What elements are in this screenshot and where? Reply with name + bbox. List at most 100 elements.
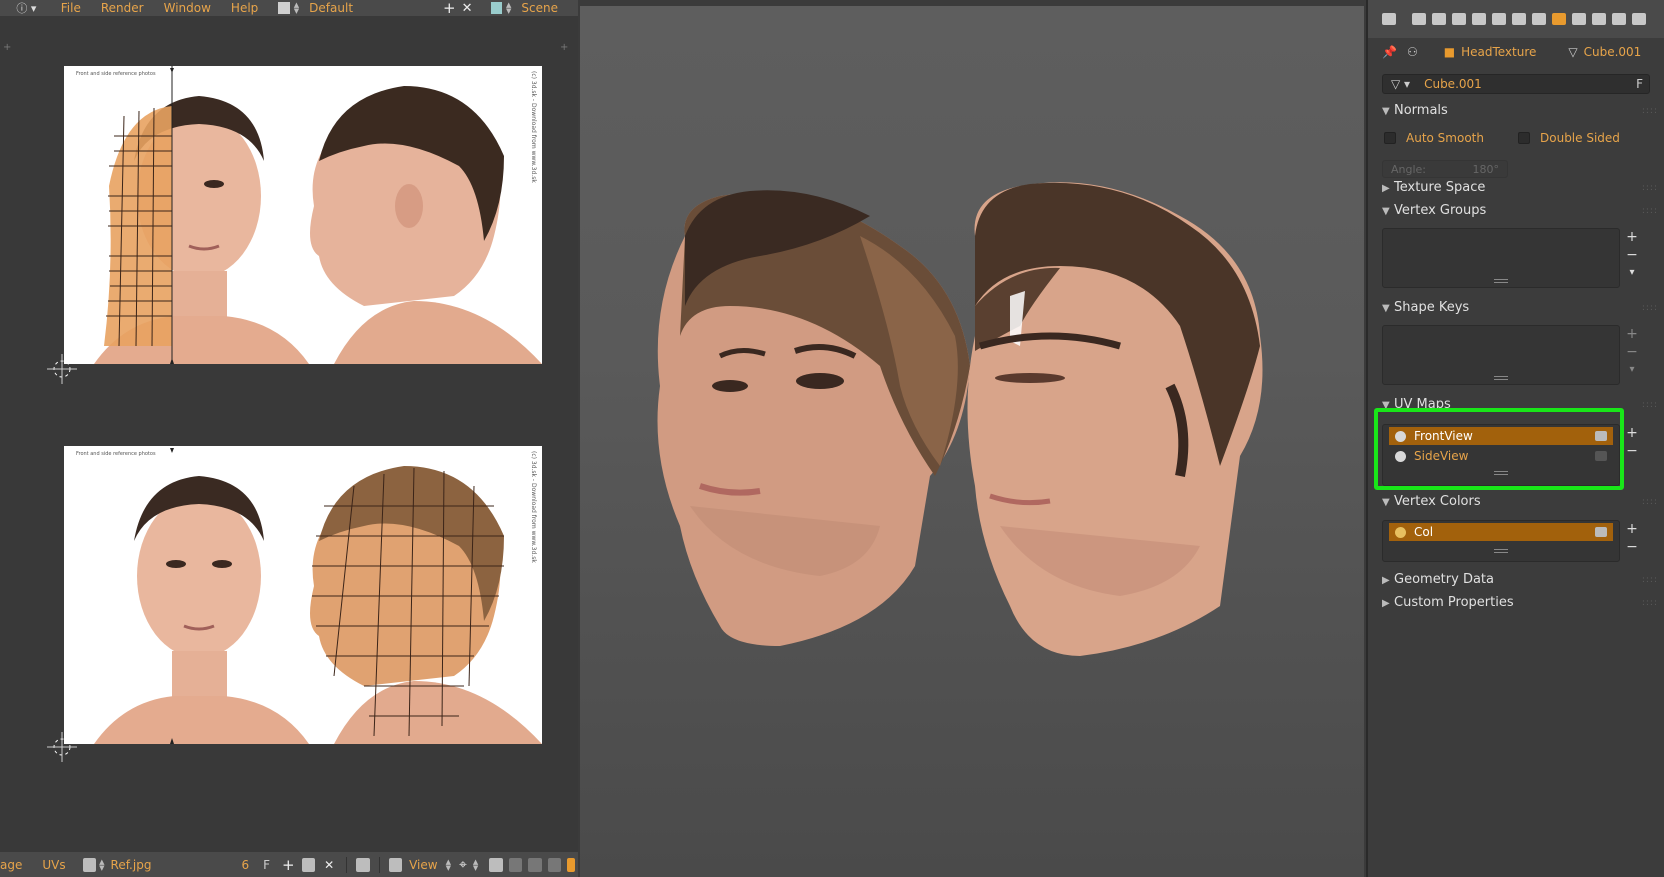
add-layout-button[interactable]: + [443,0,456,17]
image-menu[interactable]: age [0,858,22,872]
scene-name[interactable]: Scene [521,1,558,15]
region-toggle-left-icon[interactable]: + [3,42,11,53]
object-tab-icon[interactable] [1492,13,1506,25]
active-render-icon[interactable] [1595,527,1607,537]
menu-file[interactable]: File [61,1,81,15]
breadcrumb-object[interactable]: Cube.001 [1584,45,1642,59]
render-layers-tab-icon[interactable] [1432,13,1446,25]
open-image-icon[interactable] [301,857,316,872]
remove-layout-button[interactable]: ✕ [462,1,473,16]
scene-tab-icon[interactable] [1452,13,1466,25]
uv-image-editor[interactable]: + + Front and side reference photos (c) … [0,16,578,856]
pivot-icon[interactable]: ⌖ [459,857,467,873]
pivot-arrows-icon[interactable]: ▲ ▼ [473,858,478,871]
scene-icon[interactable] [490,2,503,14]
remove-vertex-color-button[interactable]: − [1624,538,1640,556]
auto-smooth-box[interactable] [1384,132,1396,144]
info-editor-icon[interactable]: ⓘ ▾ [12,0,41,16]
3d-viewport[interactable] [580,6,1364,877]
2d-cursor-bottom-icon[interactable] [47,732,77,762]
constraints-tab-icon[interactable] [1512,13,1526,25]
view-menu-icon[interactable] [388,857,403,872]
shape-key-specials-button[interactable]: ▾ [1624,361,1640,379]
material-tab-icon[interactable] [1572,13,1586,25]
panel-vertex-colors[interactable]: ▼ Vertex Colors [1382,494,1481,509]
add-shape-key-button[interactable]: + [1624,325,1640,343]
region-toggle-right-icon[interactable]: + [560,42,568,53]
physics-tab-icon[interactable] [1632,13,1646,25]
panel-texture-space[interactable]: ▶ Texture Space [1382,180,1485,195]
list-resize-grip[interactable] [1494,376,1508,380]
list-resize-grip[interactable] [1494,549,1508,553]
remove-shape-key-button[interactable]: − [1624,343,1640,361]
menu-window[interactable]: Window [164,1,211,15]
sticky-mode-icon[interactable] [567,857,576,872]
panel-drag-handle[interactable]: :::: [1642,575,1658,585]
mesh-data-tab-icon[interactable] [1552,13,1566,25]
panel-vertex-groups[interactable]: ▼ Vertex Groups [1382,203,1486,218]
view-menu[interactable]: View [409,858,437,872]
world-tab-icon[interactable] [1472,13,1486,25]
vertex-colors-list[interactable]: Col [1382,520,1620,562]
sync-selection-icon[interactable] [489,857,503,872]
vertex-color-item-col[interactable]: Col [1389,523,1613,541]
menu-render[interactable]: Render [101,1,144,15]
panel-custom-properties[interactable]: ▶ Custom Properties [1382,595,1514,610]
layout-arrows-icon[interactable]: ▲ ▼ [294,2,299,15]
select-vertex-icon[interactable] [508,857,523,872]
double-sided-box[interactable] [1518,132,1530,144]
panel-drag-handle[interactable]: :::: [1642,106,1658,116]
select-face-icon[interactable] [547,857,562,872]
mesh-browse-icon[interactable]: ▽ ▾ [1391,77,1410,91]
auto-smooth-checkbox[interactable]: Auto Smooth [1384,131,1484,145]
remove-uv-map-button[interactable]: − [1624,442,1640,460]
unlink-image-button[interactable]: ✕ [324,858,334,872]
list-resize-grip[interactable] [1494,279,1508,283]
scene-arrows-icon[interactable]: ▲ ▼ [506,2,511,15]
head-model-right[interactable] [967,182,1263,656]
select-edge-icon[interactable] [528,857,542,872]
add-vertex-color-button[interactable]: + [1624,520,1640,538]
layout-name[interactable]: Default [309,1,353,15]
particles-tab-icon[interactable] [1612,13,1626,25]
pin-image-icon[interactable] [356,857,370,872]
texture-tab-icon[interactable] [1592,13,1606,25]
image-fake-user-button[interactable]: F [263,858,270,872]
panel-drag-handle[interactable]: :::: [1642,598,1658,608]
view-arrows-icon[interactable]: ▲ ▼ [446,858,451,871]
render-tab-icon[interactable] [1412,13,1426,25]
reference-image-bottom[interactable]: Front and side reference photos (c) 3d.s… [64,446,542,744]
editor-type-icon[interactable] [1382,13,1396,25]
pin-icon[interactable]: 📌 [1382,45,1397,59]
menu-help[interactable]: Help [231,1,258,15]
panel-drag-handle[interactable]: :::: [1642,303,1658,313]
panel-shape-keys[interactable]: ▼ Shape Keys [1382,300,1469,315]
shape-keys-list[interactable] [1382,325,1620,385]
modifiers-tab-icon[interactable] [1532,13,1546,25]
image-browse-icon[interactable] [82,857,97,872]
panel-drag-handle[interactable]: :::: [1642,183,1658,193]
panel-normals[interactable]: ▼ Normals [1382,103,1448,118]
2d-cursor-icon[interactable] [47,354,77,384]
panel-drag-handle[interactable]: :::: [1642,206,1658,216]
double-sided-checkbox[interactable]: Double Sided [1518,131,1620,145]
vertex-color-name[interactable]: Col [1414,525,1433,539]
reference-image-top[interactable]: Front and side reference photos (c) 3d.s… [64,66,542,364]
vertex-group-specials-button[interactable]: ▾ [1624,264,1640,282]
new-image-button[interactable]: + [282,856,295,874]
add-vertex-group-button[interactable]: + [1624,228,1640,246]
remove-vertex-group-button[interactable]: − [1624,246,1640,264]
panel-drag-handle[interactable]: :::: [1642,400,1658,410]
mesh-name[interactable]: Cube.001 [1424,77,1482,91]
panel-geometry-data[interactable]: ▶ Geometry Data [1382,572,1494,587]
uvs-menu[interactable]: UVs [42,858,65,872]
vertex-groups-list[interactable] [1382,228,1620,288]
breadcrumb-texture[interactable]: HeadTexture [1461,45,1536,59]
head-model-left[interactable] [657,190,971,646]
add-uv-map-button[interactable]: + [1624,424,1640,442]
image-browse-arrows-icon[interactable]: ▲ ▼ [99,858,104,871]
mesh-fake-user-button[interactable]: F [1636,77,1643,91]
panel-drag-handle[interactable]: :::: [1642,497,1658,507]
image-name-field[interactable]: Ref.jpg [111,858,152,872]
mesh-name-field[interactable]: ▽ ▾ Cube.001 F [1382,74,1650,94]
